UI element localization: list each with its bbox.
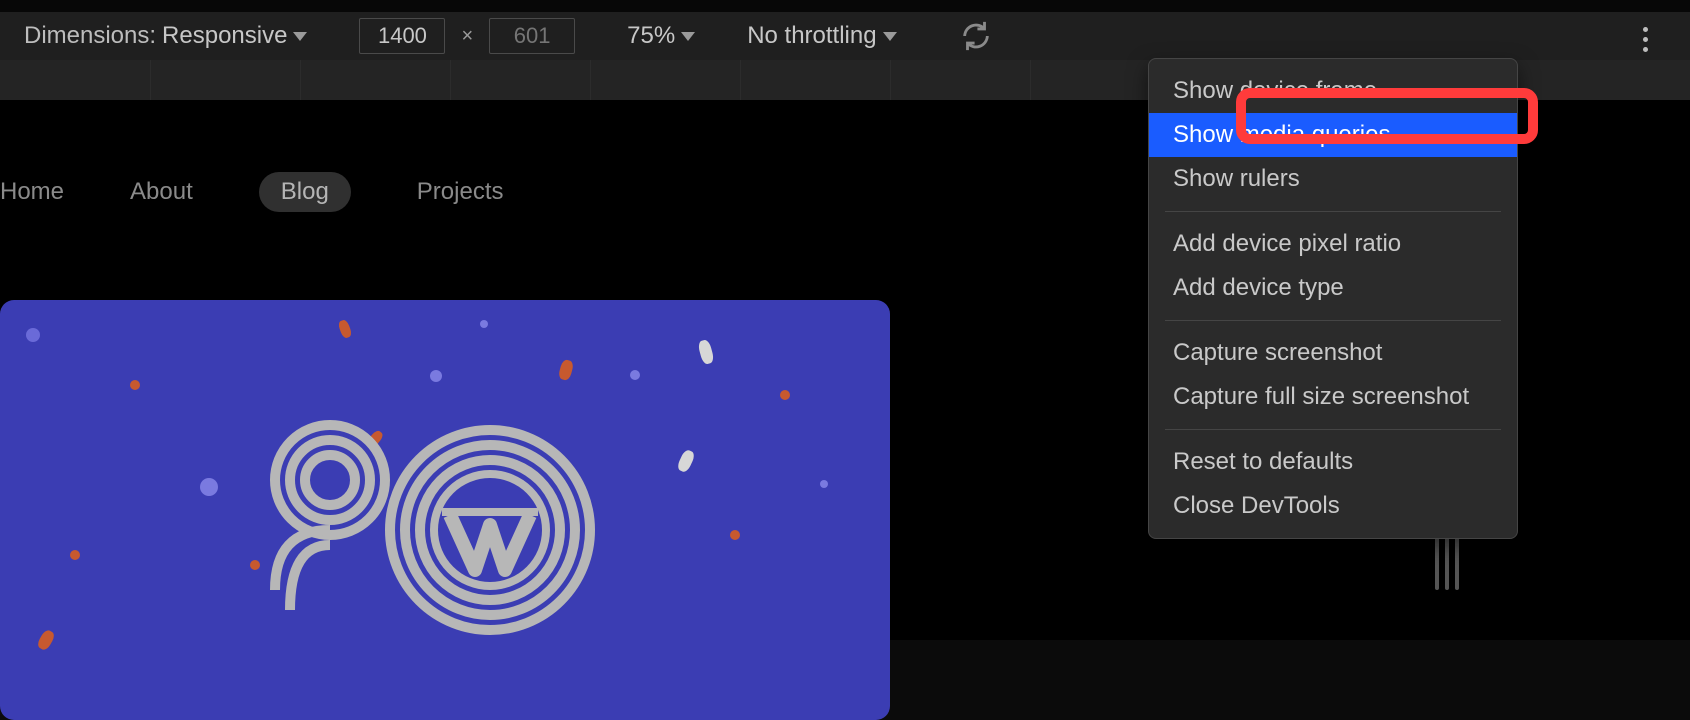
width-input[interactable]	[359, 18, 445, 54]
kebab-dot-icon	[1643, 27, 1648, 32]
device-toolbar: Dimensions: Responsive × 75% No throttli…	[0, 12, 1690, 60]
throttling-value: No throttling	[747, 22, 876, 50]
throttling-dropdown[interactable]: No throttling	[747, 22, 896, 50]
menu-show-media-queries[interactable]: Show media queries	[1149, 113, 1517, 157]
height-input[interactable]	[489, 18, 575, 54]
nav-link-blog[interactable]: Blog	[259, 172, 351, 212]
menu-show-rulers[interactable]: Show rulers	[1149, 157, 1517, 201]
site-nav: Home About Blog Projects	[0, 172, 504, 212]
wp20-logo	[260, 410, 620, 640]
menu-separator	[1165, 211, 1501, 212]
kebab-dot-icon	[1643, 37, 1648, 42]
menu-reset-defaults[interactable]: Reset to defaults	[1149, 440, 1517, 484]
times-separator: ×	[461, 25, 473, 48]
rotate-device-icon[interactable]	[959, 19, 993, 53]
menu-separator	[1165, 320, 1501, 321]
nav-link-home[interactable]: Home	[0, 178, 64, 206]
menu-add-device-pixel-ratio[interactable]: Add device pixel ratio	[1149, 222, 1517, 266]
dimensions-label: Dimensions:	[24, 22, 156, 50]
zoom-dropdown[interactable]: 75%	[627, 22, 695, 50]
dimensions-dropdown[interactable]: Dimensions: Responsive	[24, 22, 307, 50]
chevron-down-icon	[681, 32, 695, 41]
zoom-value: 75%	[627, 22, 675, 50]
menu-show-device-frame[interactable]: Show device frame	[1149, 69, 1517, 113]
device-options-menu: Show device frame Show media queries Sho…	[1148, 58, 1518, 539]
menu-close-devtools[interactable]: Close DevTools	[1149, 484, 1517, 528]
device-preset-name: Responsive	[162, 22, 287, 50]
more-options-button[interactable]	[1628, 22, 1662, 56]
nav-link-about[interactable]: About	[130, 178, 193, 206]
hero-image	[0, 300, 890, 720]
chevron-down-icon	[293, 32, 307, 41]
menu-capture-full-screenshot[interactable]: Capture full size screenshot	[1149, 375, 1517, 419]
menu-capture-screenshot[interactable]: Capture screenshot	[1149, 331, 1517, 375]
menu-add-device-type[interactable]: Add device type	[1149, 266, 1517, 310]
kebab-dot-icon	[1643, 47, 1648, 52]
menu-separator	[1165, 429, 1501, 430]
nav-link-projects[interactable]: Projects	[417, 178, 504, 206]
chevron-down-icon	[883, 32, 897, 41]
